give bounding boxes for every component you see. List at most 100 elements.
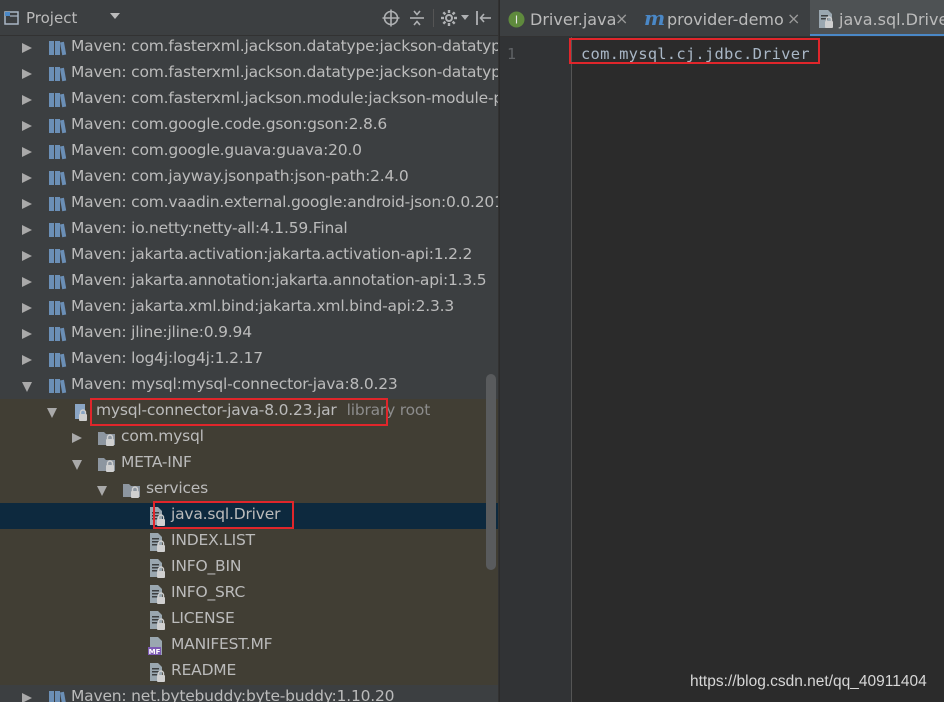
locked-file-icon: [147, 558, 167, 578]
tree-row[interactable]: LICENSE: [0, 607, 498, 633]
tree-item-text: Maven: jakarta.activation:jakarta.activa…: [71, 245, 473, 263]
tree-row[interactable]: Maven: com.vaadin.external.google:androi…: [0, 191, 498, 217]
tree-item-text: Maven: com.google.guava:guava:20.0: [71, 141, 362, 159]
tab-close-icon[interactable]: ×: [787, 9, 800, 28]
tab-java-sql-driver[interactable]: java.sql.Driver: [810, 0, 944, 36]
chevron-right-icon[interactable]: [22, 329, 32, 339]
tree-row[interactable]: META-INF: [0, 451, 498, 477]
tree-scrollbar[interactable]: [486, 374, 496, 570]
gear-icon[interactable]: [440, 9, 458, 27]
tree-row[interactable]: INFO_SRC: [0, 581, 498, 607]
tree-row[interactable]: Maven: com.google.guava:guava:20.0: [0, 139, 498, 165]
manifest-file-icon: MF: [147, 636, 167, 656]
library-icon: [47, 116, 67, 136]
tree-row[interactable]: Maven: jline:jline:0.9.94: [0, 321, 498, 347]
tree-row[interactable]: Maven: com.fasterxml.jackson.datatype:ja…: [0, 35, 498, 61]
chevron-down-icon[interactable]: [22, 382, 32, 392]
tree-row[interactable]: INDEX.LIST: [0, 529, 498, 555]
chevron-down-icon[interactable]: [97, 486, 107, 496]
chevron-right-icon[interactable]: [22, 225, 32, 235]
tree-row[interactable]: INFO_BIN: [0, 555, 498, 581]
tree-item-text: INDEX.LIST: [171, 531, 255, 549]
collapse-all-icon[interactable]: [408, 9, 426, 27]
library-icon: [47, 298, 67, 318]
tree-row[interactable]: Maven: log4j:log4j:1.2.17: [0, 347, 498, 373]
locked-file-icon: [147, 532, 167, 552]
tree-item-text: Maven: io.netty:netty-all:4.1.59.Final: [71, 219, 348, 237]
chevron-right-icon[interactable]: [22, 251, 32, 261]
interface-icon: I: [508, 11, 525, 28]
library-icon: [47, 38, 67, 58]
tree-item-label: Maven: jakarta.xml.bind:jakarta.xml.bind…: [71, 297, 454, 315]
tab-driver-java[interactable]: I Driver.java ×: [500, 0, 634, 36]
tree-item-label: Maven: jline:jline:0.9.94: [71, 323, 252, 341]
tree-item-label: INFO_BIN: [171, 557, 241, 575]
tree-row[interactable]: MF MANIFEST.MF: [0, 633, 498, 659]
chevron-right-icon[interactable]: [22, 43, 32, 53]
tree-item-text: Maven: com.fasterxml.jackson.datatype:ja…: [71, 63, 498, 81]
chevron-right-icon[interactable]: [22, 277, 32, 287]
tree-row[interactable]: Maven: com.jayway.jsonpath:json-path:2.4…: [0, 165, 498, 191]
chevron-right-icon[interactable]: [22, 693, 32, 702]
hide-panel-icon[interactable]: [474, 9, 492, 27]
tree-item-text: Maven: jakarta.xml.bind:jakarta.xml.bind…: [71, 297, 455, 315]
tree-row[interactable]: Maven: com.fasterxml.jackson.datatype:ja…: [0, 61, 498, 87]
tree-item-text: services: [146, 479, 208, 497]
tree-row[interactable]: Maven: jakarta.activation:jakarta.activa…: [0, 243, 498, 269]
library-icon: [47, 324, 67, 344]
tree-row[interactable]: Maven: jakarta.xml.bind:jakarta.xml.bind…: [0, 295, 498, 321]
chevron-right-icon[interactable]: [22, 95, 32, 105]
chevron-right-icon[interactable]: [22, 121, 32, 131]
chevron-right-icon[interactable]: [22, 303, 32, 313]
line-number: 1: [507, 45, 517, 63]
tree-item-text: Maven: jline:jline:0.9.94: [71, 323, 252, 341]
tree-item-text: Maven: jakarta.annotation:jakarta.annota…: [71, 271, 487, 289]
tab-close-icon[interactable]: ×: [615, 9, 628, 28]
tree-row[interactable]: Maven: jakarta.annotation:jakarta.annota…: [0, 269, 498, 295]
tree-row[interactable]: com.mysql: [0, 425, 498, 451]
tree-row[interactable]: Maven: com.google.code.gson:gson:2.8.6: [0, 113, 498, 139]
tree-row[interactable]: services: [0, 477, 498, 503]
tree-item-label: LICENSE: [171, 609, 235, 627]
locked-file-icon: [147, 584, 167, 604]
chevron-down-icon[interactable]: [72, 460, 82, 470]
tree-item-text: README: [171, 661, 237, 679]
project-tool-window: Project Maven: com.fasterxml.jackson.dat…: [0, 0, 498, 702]
tree-item-text: LICENSE: [171, 609, 235, 627]
tree-item-text: Maven: net.bytebuddy:byte-buddy:1.10.20: [71, 687, 395, 702]
tree-row[interactable]: Maven: io.netty:netty-all:4.1.59.Final: [0, 217, 498, 243]
tree-row[interactable]: README: [0, 659, 498, 685]
highlight-code-box: [569, 38, 820, 64]
tree-item-text: INFO_SRC: [171, 583, 246, 601]
library-icon: [47, 168, 67, 188]
package-icon: [122, 480, 142, 500]
chevron-right-icon[interactable]: [22, 173, 32, 183]
locate-file-icon[interactable]: [382, 9, 400, 27]
project-tree[interactable]: Maven: com.fasterxml.jackson.datatype:ja…: [0, 36, 498, 702]
jar-icon: [72, 402, 92, 422]
tree-item-label: Maven: com.fasterxml.jackson.module:jack…: [71, 89, 498, 107]
chevron-right-icon[interactable]: [22, 355, 32, 365]
chevron-right-icon[interactable]: [72, 433, 82, 443]
tree-item-label: META-INF: [121, 453, 192, 471]
tree-row[interactable]: Maven: net.bytebuddy:byte-buddy:1.10.20: [0, 685, 498, 702]
chevron-right-icon[interactable]: [22, 69, 32, 79]
project-panel-title[interactable]: Project: [26, 9, 77, 27]
tree-item-label: Maven: io.netty:netty-all:4.1.59.Final: [71, 219, 348, 237]
tree-item-text: Maven: com.fasterxml.jackson.datatype:ja…: [71, 37, 498, 55]
chevron-right-icon[interactable]: [22, 147, 32, 157]
highlight-jar-box: [90, 398, 388, 426]
tree-item-label: Maven: com.google.code.gson:gson:2.8.6: [71, 115, 387, 133]
view-mode-dropdown-icon[interactable]: [110, 13, 120, 19]
gear-dropdown-icon[interactable]: [461, 15, 469, 20]
tab-provider-demo[interactable]: m provider-demo ×: [637, 0, 807, 36]
chevron-right-icon[interactable]: [22, 199, 32, 209]
library-icon: [47, 376, 67, 396]
project-view-icon: [4, 11, 19, 25]
chevron-down-icon[interactable]: [47, 408, 57, 418]
tree-row[interactable]: Maven: mysql:mysql-connector-java:8.0.23: [0, 373, 498, 399]
tree-row[interactable]: Maven: com.fasterxml.jackson.module:jack…: [0, 87, 498, 113]
library-icon: [47, 142, 67, 162]
library-icon: [47, 246, 67, 266]
tree-item-label: Maven: net.bytebuddy:byte-buddy:1.10.20: [71, 687, 395, 702]
